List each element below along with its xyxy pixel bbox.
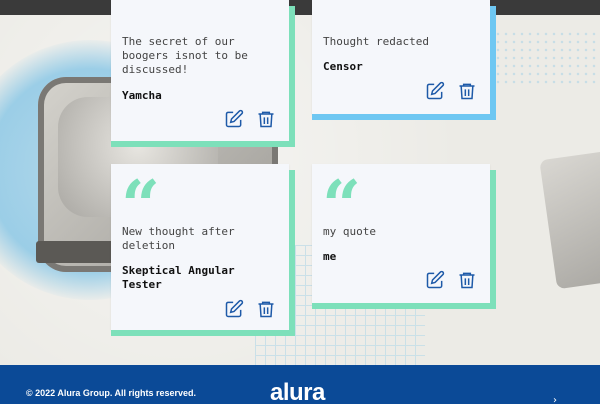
copyright-text: © 2022 Alura Group. All rights reserved. xyxy=(26,388,197,398)
card-actions xyxy=(425,81,477,101)
edit-icon[interactable] xyxy=(425,81,445,101)
quote-content: The secret of our boogers isnot to be di… xyxy=(122,35,248,76)
quote-author: Skeptical Angular Tester xyxy=(122,264,235,291)
quote-author: Yamcha xyxy=(122,89,162,102)
card-shadow-bottom xyxy=(312,114,496,120)
trash-icon[interactable] xyxy=(256,299,276,319)
quote-icon: “ xyxy=(121,0,160,22)
decorative-device-image xyxy=(539,150,600,290)
card-actions xyxy=(224,299,276,319)
quote-card: “ New thought after deletion Skeptical A… xyxy=(111,164,295,336)
quote-icon: “ xyxy=(322,0,361,22)
card-shadow-right xyxy=(289,170,295,336)
edit-icon[interactable] xyxy=(224,299,244,319)
card-shadow-bottom xyxy=(111,141,295,147)
edit-icon[interactable] xyxy=(425,270,445,290)
card-shadow-right xyxy=(490,6,496,120)
quote-card: “ Thought redacted Censor xyxy=(312,0,496,120)
card-actions xyxy=(224,109,276,129)
quote-author: Censor xyxy=(323,60,363,73)
trash-icon[interactable] xyxy=(457,270,477,290)
page-background xyxy=(0,15,600,365)
card-shadow-bottom xyxy=(312,303,496,309)
quote-author: me xyxy=(323,250,337,263)
quote-card: “ The secret of our boogers isnot to be … xyxy=(111,0,295,147)
quote-content: Thought redacted xyxy=(323,35,429,48)
edit-icon[interactable] xyxy=(224,109,244,129)
card-shadow-right xyxy=(490,170,496,309)
arrow-icon: › xyxy=(553,395,557,404)
trash-icon[interactable] xyxy=(256,109,276,129)
page-footer: © 2022 Alura Group. All rights reserved.… xyxy=(0,365,600,404)
card-shadow-right xyxy=(289,6,295,147)
browser-top-bar xyxy=(0,0,600,15)
quote-content: my quote xyxy=(323,225,376,238)
card-actions xyxy=(425,270,477,290)
quote-content: New thought after deletion xyxy=(122,225,235,252)
trash-icon[interactable] xyxy=(457,81,477,101)
quote-card: “ my quote me xyxy=(312,164,496,309)
alura-logo[interactable]: alura xyxy=(270,379,325,404)
card-shadow-bottom xyxy=(111,330,295,336)
